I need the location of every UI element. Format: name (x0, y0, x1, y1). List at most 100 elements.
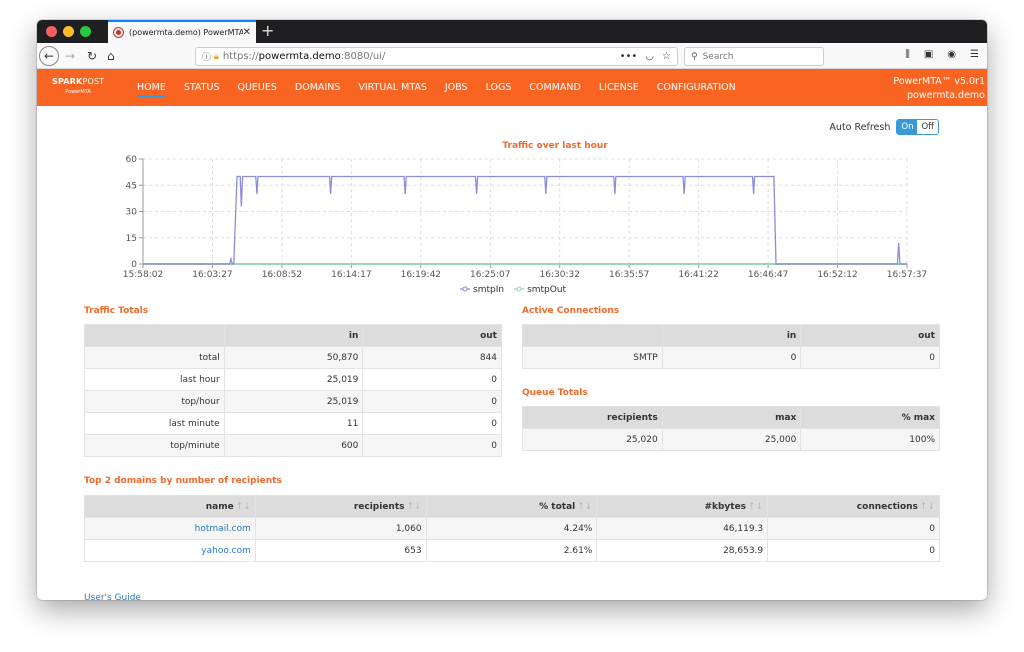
nav-jobs[interactable]: JOBS (445, 78, 468, 97)
close-window-button[interactable] (46, 26, 57, 37)
traffic-totals-title: Traffic Totals (84, 306, 149, 316)
domain-link[interactable]: hotmail.com (195, 524, 251, 534)
series-line-smtpIn (143, 175, 907, 265)
header-label: name (205, 501, 234, 512)
row-label: SMTP (522, 346, 663, 369)
traffic-chart-svg: Traffic over last hour 0 15 30 45 60 15:58:02 1… (123, 141, 927, 295)
nav-home[interactable]: HOME (137, 78, 166, 97)
url-bar[interactable]: ⓘ 🔒︎ https:// powermta.demo :8080/ui/ ••… (195, 47, 678, 66)
chart-title: Traffic over last hour (502, 141, 608, 151)
cell-out: 0 (362, 390, 502, 413)
info-icon[interactable]: ⓘ (202, 50, 211, 63)
auto-refresh: Auto Refresh On Off (829, 119, 939, 135)
bookmark-star-icon[interactable]: ☆ (662, 51, 671, 62)
table-row: last hour 25,019 0 (84, 368, 502, 391)
cell-recipients: 25,020 (522, 428, 663, 451)
forward-icon[interactable]: → (65, 47, 75, 65)
search-icon: ⚲ (691, 51, 698, 62)
cell-in: 600 (223, 434, 364, 457)
auto-refresh-label: Auto Refresh (829, 121, 891, 133)
sort-icon[interactable]: ↑↓ (407, 502, 422, 512)
auto-refresh-off-button[interactable]: Off (917, 120, 938, 134)
close-tab-icon[interactable]: ✕ (243, 27, 251, 38)
column-header: % max (800, 406, 940, 429)
nav-status[interactable]: STATUS (184, 78, 220, 97)
sort-header-percent-total[interactable]: % total ↑↓ (425, 495, 598, 518)
favicon-icon (114, 28, 123, 37)
cell-recipients: 1,060 (254, 517, 427, 540)
header-label: % total (539, 501, 576, 512)
new-tab-button[interactable]: + (261, 21, 274, 40)
table-row: SMTP 0 0 (522, 346, 940, 369)
nav-logs[interactable]: LOGS (486, 78, 512, 97)
browser-tab[interactable]: (powermta.demo) PowerMTA W ✕ (108, 20, 256, 43)
auto-refresh-on-button[interactable]: On (897, 120, 918, 134)
sort-icon[interactable]: ↑↓ (577, 502, 592, 512)
queue-totals-table: recipients max % max 25,020 25,000 100% (522, 406, 940, 451)
nav-virtual-mtas[interactable]: VIRTUAL MTAS (358, 78, 427, 97)
users-guide-link[interactable]: User's Guide (84, 593, 141, 600)
sort-header-name[interactable]: name ↑↓ (84, 495, 256, 518)
reload-icon[interactable]: ↻ (87, 47, 97, 65)
column-header: in (661, 324, 802, 347)
active-connections-table: in out SMTP 0 0 (522, 324, 940, 369)
lock-warning-icon[interactable]: 🔒︎ (214, 52, 219, 62)
home-icon[interactable]: ⌂ (107, 47, 115, 65)
table-row: top/hour 25,019 0 (84, 390, 502, 413)
table-row: 25,020 25,000 100% (522, 428, 940, 451)
queue-totals-title: Queue Totals (522, 388, 588, 398)
column-header: max (661, 406, 802, 429)
table-row: total 50,870 844 (84, 346, 502, 369)
table-header-row: recipients max % max (522, 406, 940, 429)
library-icon[interactable]: ⫼ (905, 49, 910, 60)
sort-icon[interactable]: ↑↓ (236, 502, 251, 512)
traffic-totals-table: in out total 50,870 844 last hour 25,019 0 t… (84, 324, 502, 457)
minimize-window-button[interactable] (63, 26, 74, 37)
nav-license[interactable]: LICENSE (599, 78, 639, 97)
nav-command[interactable]: COMMAND (529, 78, 580, 97)
sort-icon[interactable]: ↑↓ (920, 502, 935, 512)
y-tick-label: 0 (131, 260, 137, 270)
top-domains-table: name ↑↓ recipients ↑↓ % total ↑↓ #kbytes ↑↓ … (84, 495, 940, 562)
x-tick-label: 16:41:22 (678, 270, 718, 280)
row-label: last minute (84, 412, 225, 435)
version-label: PowerMTA™ v5.0r1 (893, 76, 985, 87)
search-placeholder: Search (702, 51, 734, 62)
tab-title: (powermta.demo) PowerMTA W (129, 28, 243, 37)
maximize-window-button[interactable] (80, 26, 91, 37)
nav-queues[interactable]: QUEUES (237, 78, 276, 97)
more-icon[interactable]: ••• (620, 51, 638, 62)
y-tick-label: 60 (126, 155, 138, 165)
menu-icon[interactable]: ☰ (970, 49, 979, 60)
sort-header-recipients[interactable]: recipients ↑↓ (254, 495, 427, 518)
sort-icon[interactable]: ↑↓ (748, 502, 763, 512)
column-header: out (800, 324, 940, 347)
account-icon[interactable]: ◉ (947, 49, 956, 60)
domain-link[interactable]: yahoo.com (201, 546, 250, 556)
auto-refresh-toggle[interactable]: On Off (896, 119, 939, 135)
table-row: top/minute 600 0 (84, 434, 502, 457)
nav-configuration[interactable]: CONFIGURATION (657, 78, 736, 97)
back-icon[interactable]: ← (39, 46, 59, 66)
nav-domains[interactable]: DOMAINS (295, 78, 340, 97)
version-info: PowerMTA™ v5.0r1 powermta.demo (893, 75, 985, 103)
row-label: top/minute (84, 434, 225, 457)
active-connections-title: Active Connections (522, 306, 620, 316)
x-tick-label: 16:46:47 (748, 270, 788, 280)
logo-subtitle: PowerMTA (65, 89, 91, 95)
pocket-icon[interactable]: ◡ (645, 51, 654, 62)
sparkpost-logo[interactable]: SPARKPOST PowerMTA (52, 77, 104, 95)
cell-percent-total: 2.61% (425, 539, 598, 562)
sidebar-icon[interactable]: ▣ (924, 49, 933, 60)
cell-percent-max: 100% (800, 428, 940, 451)
search-input[interactable]: ⚲ Search (684, 47, 824, 66)
y-tick-label: 15 (126, 234, 137, 244)
sort-header-kbytes[interactable]: #kbytes ↑↓ (596, 495, 769, 518)
cell-connections: 0 (767, 517, 940, 540)
cell-connections: 0 (767, 539, 940, 562)
sort-header-connections[interactable]: connections ↑↓ (767, 495, 940, 518)
header-label: connections (856, 501, 918, 512)
traffic-chart: Traffic over last hour 0 15 30 45 60 15:58:02 1… (37, 106, 987, 306)
cell-in: 0 (661, 346, 802, 369)
row-label: total (84, 346, 225, 369)
